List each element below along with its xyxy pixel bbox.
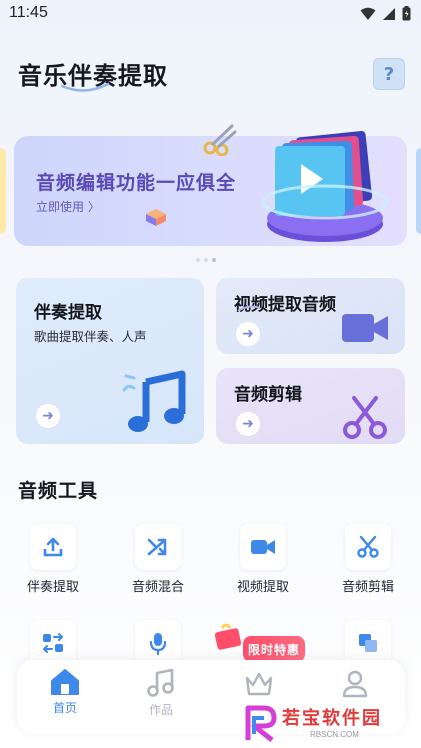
tab-label: 首页	[52, 701, 77, 715]
pagination-dot-active[interactable]	[212, 258, 216, 262]
tool-label: 伴奏提取	[26, 580, 79, 595]
tool-video-extract[interactable]: 视频提取	[223, 524, 303, 595]
tool-label: 音频剪辑	[341, 580, 394, 595]
title-swoosh-decoration	[60, 82, 110, 92]
home-icon	[51, 669, 79, 695]
promo-banner[interactable]: 音频编辑功能一应俱全 立即使用 〉	[14, 124, 407, 246]
pagination-dot[interactable]	[204, 258, 208, 262]
tool-label: 音频混合	[131, 580, 184, 595]
tool-audio-cut[interactable]: 音频剪辑	[328, 524, 408, 595]
music-note-illustration	[122, 370, 186, 432]
banner-pagination	[196, 258, 216, 262]
card-title: 音频剪辑	[234, 385, 302, 405]
audio-cut-go-button[interactable]: ➜	[236, 412, 260, 436]
accompaniment-go-button[interactable]: ➜	[36, 404, 60, 428]
crown-icon	[245, 672, 273, 696]
tools-section-title: 音频工具	[18, 480, 99, 502]
swoosh-decoration	[237, 305, 261, 312]
gift-box-icon	[214, 623, 242, 650]
status-time: 11:45	[9, 4, 48, 21]
banner-peek-right[interactable]	[416, 148, 421, 234]
status-icons	[360, 6, 411, 21]
tool-audio-mix[interactable]: 音频混合	[118, 524, 198, 595]
banner-cta-link[interactable]: 立即使用 〉	[36, 198, 100, 215]
status-bar: 11:45	[0, 0, 421, 30]
upload-icon	[30, 524, 76, 570]
accompaniment-extract-card[interactable]: 伴奏提取 歌曲提取伴奏、人声 ➜	[16, 278, 204, 444]
signal-icon	[383, 7, 395, 20]
pagination-dot[interactable]	[196, 258, 200, 262]
banner-peek-left[interactable]	[0, 148, 6, 234]
tab-home[interactable]: 首页	[25, 660, 105, 734]
watermark-url: RBSCN.COM	[310, 730, 359, 739]
watermark-text: 若宝软件园	[282, 708, 382, 729]
tool-label: 视频提取	[236, 580, 289, 595]
scissors-icon	[345, 524, 391, 570]
tab-works[interactable]: 作品	[121, 660, 201, 734]
card-description: 歌曲提取伴奏、人声	[34, 329, 147, 344]
help-button[interactable]: ?	[373, 58, 405, 90]
site-watermark: 若宝软件园 RBSCN.COM	[236, 700, 421, 748]
battery-icon	[402, 6, 411, 21]
user-icon	[342, 670, 368, 698]
video-stack-illustration	[261, 130, 389, 242]
banner-title: 音频编辑功能一应俱全	[36, 172, 237, 194]
music-note-icon	[147, 668, 174, 697]
cube-illustration	[146, 209, 166, 226]
tab-label: 作品	[148, 703, 173, 717]
card-title: 伴奏提取	[34, 303, 102, 323]
audio-cut-card[interactable]: 音频剪辑 ➜	[216, 368, 405, 444]
video-camera-illustration	[342, 314, 388, 342]
scissors-illustration	[343, 396, 387, 439]
wifi-icon	[360, 7, 376, 20]
watermark-logo-icon	[245, 705, 277, 742]
video-camera-icon	[240, 524, 286, 570]
video-extract-audio-card[interactable]: 视频提取音频 ➜	[216, 278, 405, 354]
limited-offer-badge[interactable]: 限时特惠	[243, 636, 305, 662]
video-extract-go-button[interactable]: ➜	[236, 322, 260, 346]
scissors-illustration	[203, 124, 237, 156]
shuffle-icon	[135, 524, 181, 570]
tool-accompaniment-extract[interactable]: 伴奏提取	[13, 524, 93, 595]
